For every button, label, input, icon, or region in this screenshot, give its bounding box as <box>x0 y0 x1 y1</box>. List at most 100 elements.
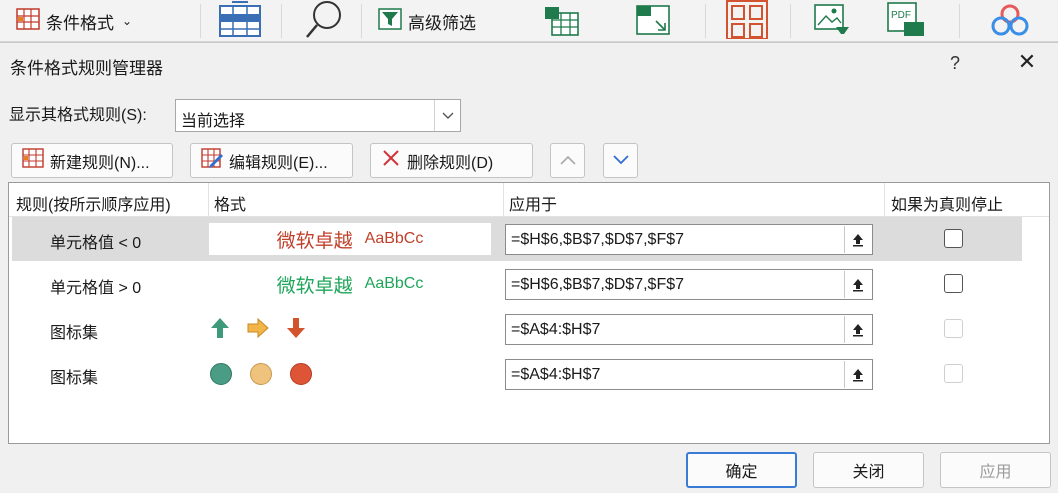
applies-to-field[interactable]: =$H$6,$B$7,$D$7,$F$7 <box>505 224 873 255</box>
move-down-button[interactable] <box>603 143 638 178</box>
apply-button: 应用 <box>940 452 1051 488</box>
ribbon-resize-button[interactable] <box>634 0 674 42</box>
new-rule-icon <box>22 148 44 173</box>
stop-if-true-checkbox <box>944 364 963 383</box>
column-header-format[interactable]: 格式 <box>214 191 246 215</box>
ribbon-pdf-button[interactable]: PDF <box>884 0 928 42</box>
rule-row[interactable]: 单元格值 < 0 微软卓越 AaBbCc =$H$6,$B$7,$D$7,$F$… <box>12 217 1022 261</box>
svg-text:PDF: PDF <box>891 10 911 21</box>
ribbon-image-button[interactable] <box>812 0 852 42</box>
new-rule-button[interactable]: 新建规则(N)... <box>11 143 173 178</box>
range-collapse-icon[interactable] <box>844 226 871 253</box>
delete-rule-label: 删除规则(D) <box>407 154 494 172</box>
show-rules-select[interactable]: 当前选择 <box>175 99 461 132</box>
edit-rule-button[interactable]: 编辑规则(E)... <box>190 143 353 178</box>
edit-rule-icon <box>201 148 223 173</box>
ribbon-divider <box>281 4 282 38</box>
column-divider <box>503 183 504 217</box>
applies-to-value: =$A$4:$H$7 <box>511 366 601 383</box>
ribbon-divider <box>200 4 201 38</box>
format-preview-sample: AaBbCc <box>364 230 424 247</box>
rule-row[interactable]: 图标集 =$A$4:$H$7 <box>12 307 1022 351</box>
ok-button[interactable]: 确定 <box>686 452 797 488</box>
ribbon-layout-button[interactable] <box>725 0 769 42</box>
move-up-button[interactable] <box>550 143 585 178</box>
chevron-down-icon: ⌄ <box>122 14 133 28</box>
column-header-stop-if-true[interactable]: 如果为真则停止 <box>891 191 1003 215</box>
column-header-rule[interactable]: 规则(按所示顺序应用) <box>16 191 171 215</box>
format-preview-sample: AaBbCc <box>364 275 424 292</box>
new-rule-label: 新建规则(N)... <box>50 154 150 172</box>
close-button[interactable]: 关闭 <box>813 452 924 488</box>
conditional-format-icon <box>16 7 40 35</box>
rule-name: 单元格值 < 0 <box>50 235 142 252</box>
dialog-titlebar: 条件格式规则管理器 ? ✕ <box>0 43 1058 87</box>
applies-to-field[interactable]: =$A$4:$H$7 <box>505 314 873 345</box>
edit-rule-label: 编辑规则(E)... <box>229 154 328 172</box>
conditional-format-manager-dialog: 条件格式规则管理器 ? ✕ 显示其格式规则(S): 当前选择 新建规则(N)..… <box>0 42 1058 493</box>
filter-icon <box>378 7 402 35</box>
image-icon <box>812 1 852 42</box>
circle-green-icon <box>209 362 233 391</box>
rules-list-header: 规则(按所示顺序应用) 格式 应用于 如果为真则停止 <box>9 183 1049 217</box>
dialog-title: 条件格式规则管理器 <box>10 59 163 78</box>
stop-if-true-checkbox[interactable] <box>944 274 963 293</box>
chevron-up-icon <box>559 152 576 170</box>
conditional-format-button[interactable]: 条件格式 ⌄ <box>16 0 132 42</box>
ribbon-divider <box>790 4 791 38</box>
search-icon <box>303 0 345 44</box>
applies-to-value: =$H$6,$B$7,$D$7,$F$7 <box>511 276 685 293</box>
circle-yellow-icon <box>249 362 273 391</box>
find-button[interactable] <box>303 0 345 42</box>
format-preview: 微软卓越 AaBbCc <box>209 223 491 255</box>
chevron-down-icon <box>612 152 629 170</box>
advanced-filter-label: 高级筛选 <box>408 13 476 33</box>
resize-table-icon <box>634 1 674 42</box>
arrow-up-icon <box>209 317 231 344</box>
spreadsheet-icon <box>542 1 582 42</box>
arrow-down-icon <box>285 317 307 344</box>
conditional-format-label: 条件格式 <box>46 13 114 33</box>
grid-layout-icon <box>725 0 769 44</box>
stop-if-true-checkbox <box>944 319 963 338</box>
column-header-applies-to[interactable]: 应用于 <box>509 191 557 215</box>
rule-name: 图标集 <box>50 370 99 387</box>
rule-name: 单元格值 > 0 <box>50 280 142 297</box>
rule-row[interactable]: 单元格值 > 0 微软卓越 AaBbCc =$H$6,$B$7,$D$7,$F$… <box>12 262 1022 306</box>
cloud-circles-icon <box>988 0 1032 43</box>
advanced-filter-button[interactable]: 高级筛选 <box>378 0 476 42</box>
icon-set-preview <box>209 362 313 391</box>
format-preview-text: 微软卓越 <box>276 275 353 297</box>
circle-red-icon <box>289 362 313 391</box>
column-divider <box>208 183 209 217</box>
pdf-icon: PDF <box>884 0 928 43</box>
help-button[interactable]: ? <box>950 53 960 74</box>
show-rules-label: 显示其格式规则(S): <box>9 107 147 124</box>
format-preview: 微软卓越 AaBbCc <box>209 268 491 300</box>
stop-if-true-checkbox[interactable] <box>944 229 963 248</box>
range-collapse-icon[interactable] <box>844 271 871 298</box>
delete-icon <box>381 148 401 173</box>
applies-to-value: =$A$4:$H$7 <box>511 321 601 338</box>
delete-rule-button[interactable]: 删除规则(D) <box>370 143 533 178</box>
rules-list: 规则(按所示顺序应用) 格式 应用于 如果为真则停止 单元格值 < 0 微软卓越… <box>8 182 1050 444</box>
ribbon-divider <box>959 4 960 38</box>
ribbon-divider <box>705 4 706 38</box>
chevron-down-icon[interactable] <box>434 100 460 131</box>
applies-to-field[interactable]: =$A$4:$H$7 <box>505 359 873 390</box>
rule-row[interactable]: 图标集 =$A$4:$H$7 <box>12 352 1022 396</box>
ribbon-divider <box>361 4 362 38</box>
applies-to-value: =$H$6,$B$7,$D$7,$F$7 <box>511 231 685 248</box>
show-rules-value: 当前选择 <box>181 113 246 130</box>
icon-set-preview <box>209 317 307 344</box>
column-divider <box>884 183 885 217</box>
table-icon <box>218 0 262 43</box>
close-icon[interactable]: ✕ <box>1016 51 1038 75</box>
arrow-right-icon <box>247 317 269 344</box>
freeze-table-button[interactable] <box>218 0 262 42</box>
range-collapse-icon[interactable] <box>844 361 871 388</box>
ribbon-sheet-button[interactable] <box>542 0 582 42</box>
range-collapse-icon[interactable] <box>844 316 871 343</box>
ribbon-addin-button[interactable] <box>988 0 1032 42</box>
applies-to-field[interactable]: =$H$6,$B$7,$D$7,$F$7 <box>505 269 873 300</box>
